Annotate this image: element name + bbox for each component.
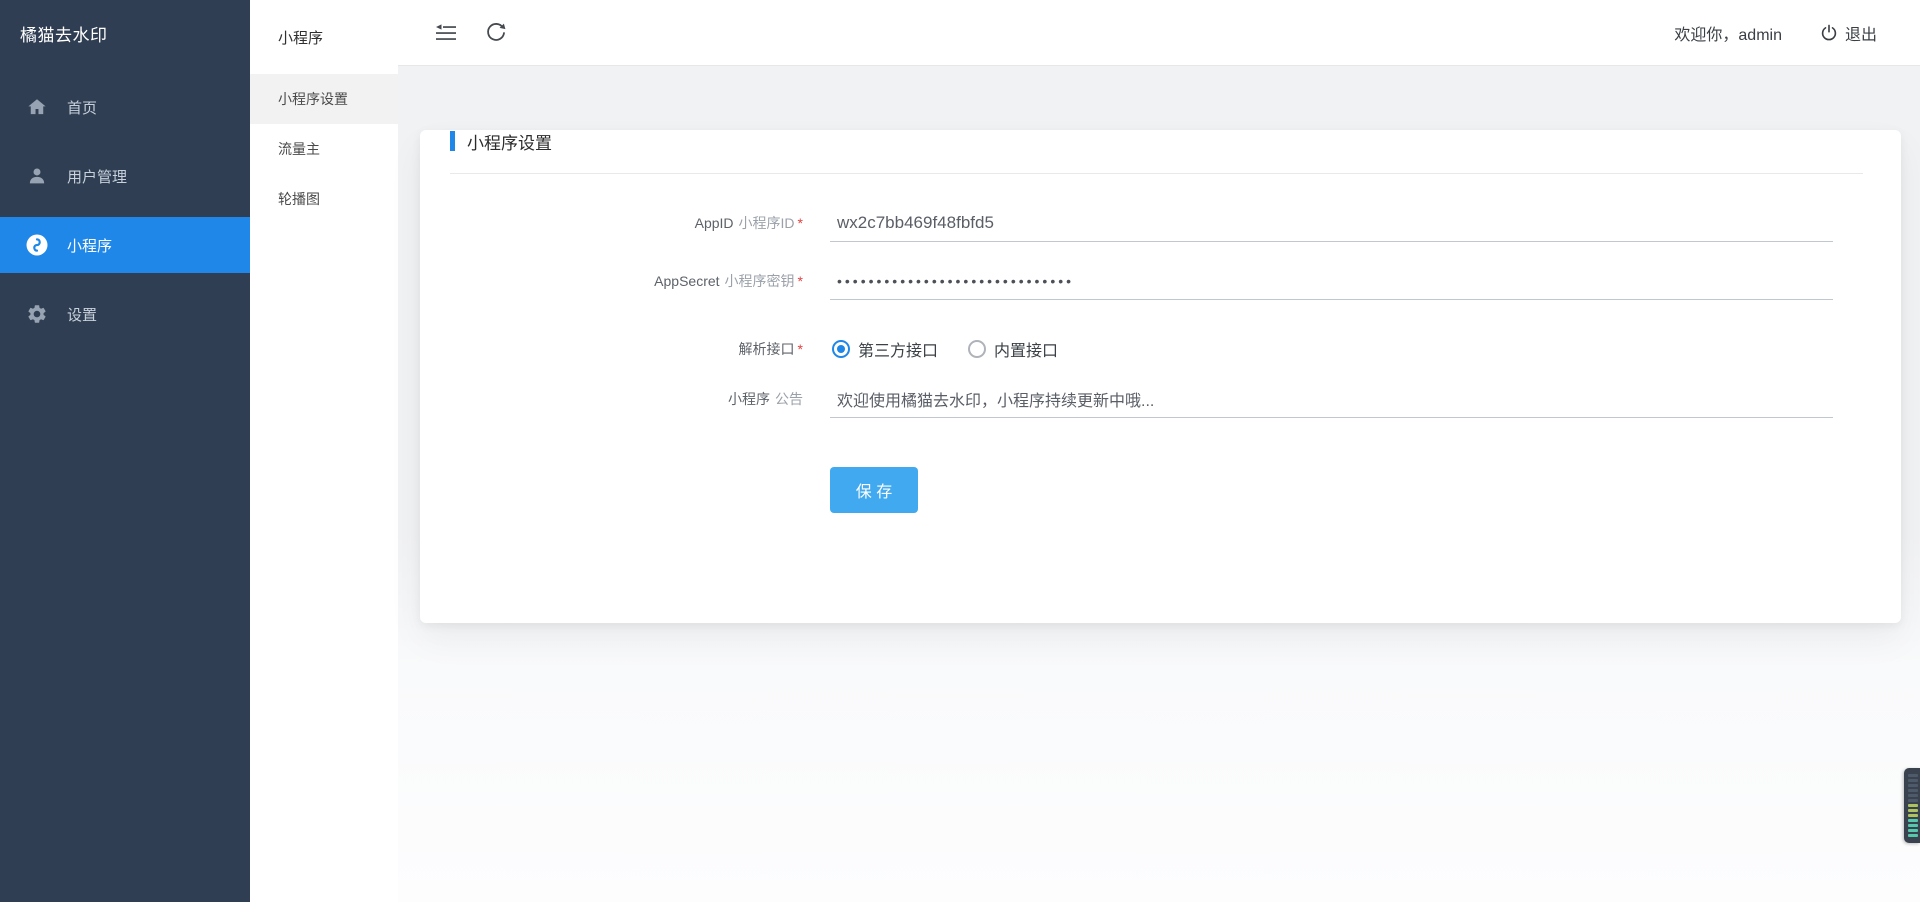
sidebar-item-label: 首页 (67, 97, 97, 118)
app-root: 橘猫去水印 首页 用户管理 (0, 0, 1920, 902)
form-row-parse-api: 解析接口* 第三方接口 内置接口 (450, 330, 1863, 368)
form-row-appsecret: AppSecret小程序密钥* ••••••••••••••••••••••••… (450, 262, 1863, 300)
sidebar-item-label: 用户管理 (67, 166, 127, 187)
form-row-notice: 小程序公告 欢迎使用橘猫去水印，小程序持续更新中哦... (450, 380, 1863, 418)
collapse-sidebar-icon[interactable] (435, 24, 457, 42)
topbar: 欢迎你，admin 退出 (398, 0, 1920, 66)
radio-selected-icon[interactable] (832, 340, 850, 358)
sidebar-item-label: 设置 (67, 304, 97, 325)
sidebar: 橘猫去水印 首页 用户管理 (0, 0, 250, 902)
title-accent-bar (450, 131, 455, 151)
notice-label: 小程序公告 (450, 389, 803, 409)
title-divider (450, 173, 1863, 174)
radio-option-builtin[interactable]: 内置接口 (968, 337, 1058, 361)
submenu-item-traffic[interactable]: 流量主 (250, 124, 398, 174)
appsecret-value: •••••••••••••••••••••••••••••• (837, 273, 1074, 289)
power-icon (1820, 24, 1838, 42)
scroll-widget (1904, 768, 1920, 843)
card-title: 小程序设置 (450, 130, 1863, 152)
sidebar-item-users[interactable]: 用户管理 (0, 148, 250, 204)
refresh-icon[interactable] (485, 22, 507, 44)
submenu-item-miniprogram-settings[interactable]: 小程序设置 (250, 74, 398, 124)
submenu-item-carousel[interactable]: 轮播图 (250, 174, 398, 224)
settings-form: AppID小程序ID* wx2c7bb469f48fbfd5 AppSecret… (450, 204, 1863, 513)
appid-input[interactable]: wx2c7bb469f48fbfd5 (830, 204, 1833, 242)
appsecret-input[interactable]: •••••••••••••••••••••••••••••• (830, 262, 1833, 300)
logout-button[interactable]: 退出 (1820, 21, 1877, 45)
parse-api-radio-group: 第三方接口 内置接口 (830, 330, 1833, 368)
required-asterisk: * (798, 341, 803, 357)
settings-card: 小程序设置 AppID小程序ID* wx2c7bb469f48fbfd5 (420, 130, 1901, 623)
submenu-header: 小程序 (250, 0, 398, 74)
radio-unselected-icon[interactable] (968, 340, 986, 358)
home-icon (24, 94, 50, 120)
gear-icon (24, 301, 50, 327)
appsecret-label: AppSecret小程序密钥* (450, 271, 803, 291)
required-asterisk: * (798, 215, 803, 231)
parse-api-label: 解析接口* (450, 339, 803, 359)
notice-value: 欢迎使用橘猫去水印，小程序持续更新中哦... (837, 387, 1154, 411)
save-button[interactable]: 保 存 (830, 467, 918, 513)
appid-label: AppID小程序ID* (450, 213, 803, 233)
submenu: 小程序 小程序设置 流量主 轮播图 (250, 0, 398, 902)
miniprogram-icon (24, 232, 50, 258)
sidebar-item-miniprogram[interactable]: 小程序 (0, 217, 250, 273)
main-area: 欢迎你，admin 退出 小程序设置 (398, 0, 1920, 902)
sidebar-item-label: 小程序 (67, 235, 112, 256)
sidebar-item-home[interactable]: 首页 (0, 79, 250, 135)
logout-label: 退出 (1845, 21, 1877, 45)
required-asterisk: * (798, 273, 803, 289)
welcome-text: 欢迎你，admin (1674, 21, 1782, 45)
form-row-appid: AppID小程序ID* wx2c7bb469f48fbfd5 (450, 204, 1863, 242)
sidebar-menu: 首页 用户管理 小程序 (0, 66, 250, 342)
appid-value: wx2c7bb469f48fbfd5 (837, 213, 994, 233)
page-title: 小程序设置 (467, 129, 552, 154)
content-area: 小程序设置 AppID小程序ID* wx2c7bb469f48fbfd5 (398, 66, 1920, 902)
notice-input[interactable]: 欢迎使用橘猫去水印，小程序持续更新中哦... (830, 380, 1833, 418)
app-logo: 橘猫去水印 (0, 0, 250, 66)
sidebar-item-settings[interactable]: 设置 (0, 286, 250, 342)
user-icon (24, 163, 50, 189)
radio-option-third-party[interactable]: 第三方接口 (832, 337, 938, 361)
